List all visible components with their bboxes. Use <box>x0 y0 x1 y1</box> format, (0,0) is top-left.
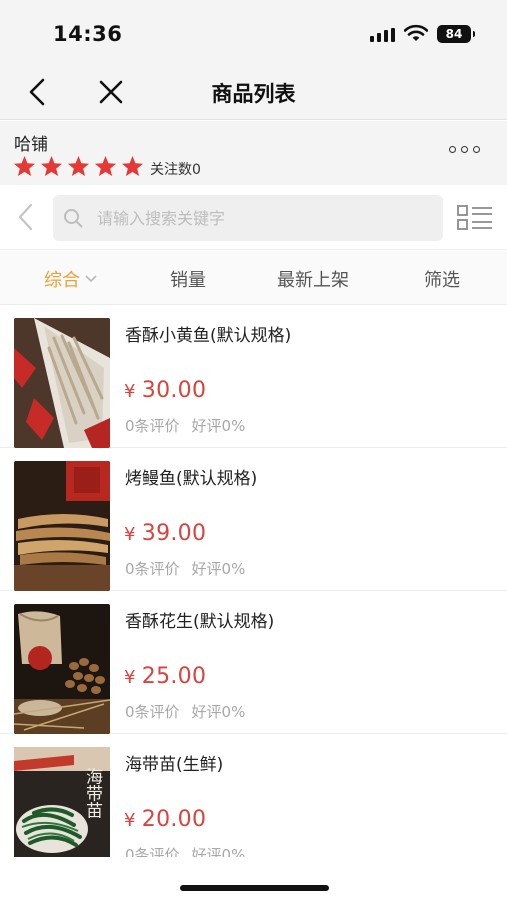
follow-count: 关注数0 <box>150 159 201 179</box>
star-icon <box>67 155 90 177</box>
product-price: ¥30.00 <box>124 378 206 403</box>
search-bar-row <box>0 185 507 250</box>
sort-tab-newest[interactable]: 最新上架 <box>277 266 349 292</box>
currency-symbol: ¥ <box>124 810 136 831</box>
more-options-icon[interactable] <box>449 145 483 155</box>
currency-symbol: ¥ <box>124 524 136 545</box>
follow-label: 关注数 <box>150 162 192 178</box>
status-bar: 14:36 84 <box>0 0 507 64</box>
review-count: 0条评价 <box>125 560 180 578</box>
search-box[interactable] <box>53 195 443 241</box>
price-value: 30.00 <box>141 378 207 403</box>
sort-tab-label: 销量 <box>170 270 206 291</box>
back-arrow-icon[interactable] <box>22 76 54 108</box>
sort-tab-label: 综合 <box>44 270 80 291</box>
price-value: 20.00 <box>141 807 207 832</box>
star-icon <box>40 155 63 177</box>
good-rate: 好评0% <box>191 703 246 721</box>
product-name: 香酥花生(默认规格) <box>125 612 275 632</box>
currency-symbol: ¥ <box>124 667 136 688</box>
product-thumbnail-eel <box>14 461 110 591</box>
sort-tab-sales[interactable]: 销量 <box>170 266 206 292</box>
currency-symbol: ¥ <box>124 381 136 402</box>
wifi-icon <box>404 24 428 41</box>
star-icon <box>121 155 144 177</box>
close-icon[interactable] <box>95 76 127 108</box>
sort-tab-comprehensive[interactable]: 综合 <box>44 266 97 292</box>
sort-tab-label: 筛选 <box>424 270 460 291</box>
good-rate: 好评0% <box>191 846 246 857</box>
price-value: 39.00 <box>141 521 207 546</box>
product-price: ¥39.00 <box>124 521 206 546</box>
follow-number: 0 <box>192 162 201 178</box>
sort-tab-filter[interactable]: 筛选 <box>424 266 460 292</box>
product-item[interactable]: 海带苗 海带苗(生鲜) ¥20.00 0条评价 好评0% <box>0 734 507 857</box>
cellular-signal-icon <box>370 28 396 42</box>
product-price: ¥20.00 <box>124 807 206 832</box>
kelp-image-text: 海带苗 <box>82 767 103 818</box>
review-count: 0条评价 <box>125 703 180 721</box>
review-count: 0条评价 <box>125 846 180 857</box>
shop-name: 哈铺 <box>14 135 48 155</box>
home-indicator[interactable] <box>180 885 329 891</box>
product-stats: 0条评价 好评0% <box>125 558 245 579</box>
product-name: 海带苗(生鲜) <box>125 755 224 775</box>
chevron-down-icon <box>85 275 97 283</box>
good-rate: 好评0% <box>191 560 246 578</box>
product-item[interactable]: 香酥花生(默认规格) ¥25.00 0条评价 好评0% <box>0 591 507 734</box>
search-back-arrow-icon[interactable] <box>14 202 40 232</box>
product-name: 烤鳗鱼(默认规格) <box>125 469 258 489</box>
list-layout-toggle-icon[interactable] <box>457 205 493 231</box>
product-stats: 0条评价 好评0% <box>125 415 245 436</box>
battery-level: 84 <box>445 27 463 41</box>
shop-rating-stars <box>13 155 148 177</box>
product-thumbnail-fish <box>14 318 110 448</box>
product-thumbnail-peanut <box>14 604 110 734</box>
product-stats: 0条评价 好评0% <box>125 701 245 722</box>
product-price: ¥25.00 <box>124 664 206 689</box>
search-input[interactable] <box>97 195 427 241</box>
nav-bar: 商品列表 <box>0 64 507 120</box>
product-item[interactable]: 香酥小黄鱼(默认规格) ¥30.00 0条评价 好评0% <box>0 305 507 448</box>
status-time: 14:36 <box>53 22 123 46</box>
product-list: 香酥小黄鱼(默认规格) ¥30.00 0条评价 好评0% 烤鳗鱼(默认规格) ¥3… <box>0 305 507 857</box>
good-rate: 好评0% <box>191 417 246 435</box>
sort-tab-label: 最新上架 <box>277 270 349 291</box>
product-stats: 0条评价 好评0% <box>125 844 245 857</box>
page-title: 商品列表 <box>211 82 296 106</box>
search-icon <box>64 209 83 228</box>
product-name: 香酥小黄鱼(默认规格) <box>125 326 292 346</box>
battery-icon: 84 <box>437 25 475 43</box>
product-thumbnail-kelp: 海带苗 <box>14 747 110 857</box>
price-value: 25.00 <box>141 664 207 689</box>
star-icon <box>94 155 117 177</box>
sort-tabs: 综合 销量 最新上架 筛选 <box>0 251 507 305</box>
star-icon <box>13 155 36 177</box>
product-item[interactable]: 烤鳗鱼(默认规格) ¥39.00 0条评价 好评0% <box>0 448 507 591</box>
shop-header: 哈铺 关注数0 <box>0 121 507 185</box>
review-count: 0条评价 <box>125 417 180 435</box>
